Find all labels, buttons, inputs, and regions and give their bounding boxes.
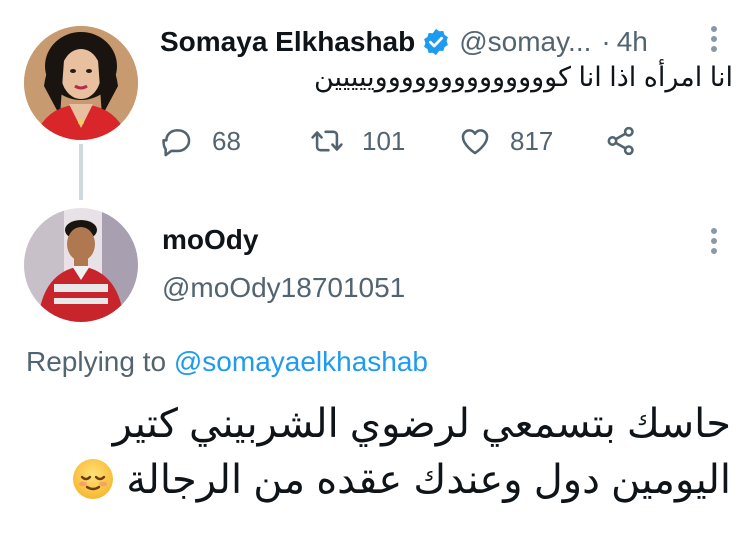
replying-to-prefix: Replying to xyxy=(26,346,167,377)
author-name[interactable]: Somaya Elkhashab xyxy=(160,26,415,58)
like-button[interactable]: 817 xyxy=(458,118,553,164)
reply-author-name[interactable]: moOdy xyxy=(162,224,258,256)
retweet-count: 101 xyxy=(362,125,406,156)
reply-text: حاسك بتسمعي لرضوي الشربيني كتير اليومين … xyxy=(31,396,731,508)
reply-text-line2-wrap: اليومين دول وعندك عقده من الرجالة xyxy=(31,452,731,508)
author-handle[interactable]: @somay... xyxy=(459,26,591,58)
retweet-button[interactable]: 101 xyxy=(310,118,405,164)
more-options-icon[interactable] xyxy=(707,24,721,54)
tweet1-header: Somaya Elkhashab @somay... · 4h xyxy=(160,22,648,62)
reply-author-handle[interactable]: @moOdy18701051 xyxy=(162,272,405,304)
thread-line xyxy=(79,144,83,200)
like-icon xyxy=(461,129,489,155)
avatar-somaya[interactable] xyxy=(24,26,138,140)
relieved-face-emoji xyxy=(71,457,115,501)
verified-icon xyxy=(421,27,451,57)
tweet-time[interactable]: 4h xyxy=(617,26,648,58)
retweet-icon xyxy=(311,130,343,152)
reply-text-line1: حاسك بتسمعي لرضوي الشربيني كتير xyxy=(112,402,731,446)
reply-icon xyxy=(162,129,191,157)
reply-count: 68 xyxy=(212,125,241,156)
share-button[interactable] xyxy=(604,118,638,164)
separator-dot: · xyxy=(601,26,611,57)
reply-button[interactable]: 68 xyxy=(160,118,241,164)
share-icon xyxy=(607,126,634,156)
reply-text-line2: اليومين دول وعندك عقده من الرجالة xyxy=(126,458,731,502)
replying-to: Replying to @somayaelkhashab xyxy=(26,346,428,378)
like-count: 817 xyxy=(510,125,554,156)
avatar-moody[interactable] xyxy=(24,208,138,322)
replying-to-link[interactable]: @somayaelkhashab xyxy=(174,346,428,377)
tweet1-text: انا امرأه اذا انا كووووووووووووووييييين xyxy=(314,62,733,92)
reply-more-options-icon[interactable] xyxy=(707,226,721,256)
tweet1-actions: 68 101 817 xyxy=(160,118,660,164)
